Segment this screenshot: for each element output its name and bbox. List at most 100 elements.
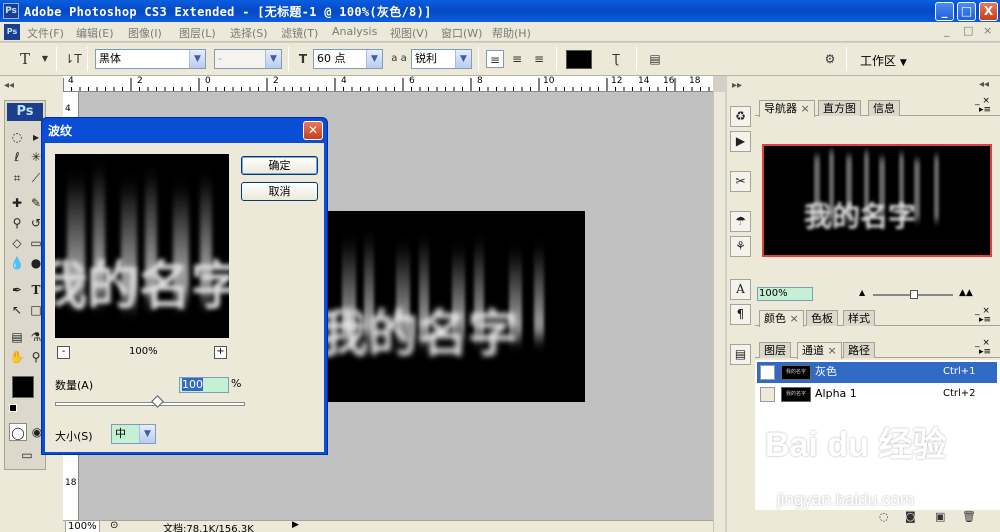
menu-image[interactable]: 图像(I) [128,25,162,41]
history-panel-icon[interactable]: ♻ [730,106,751,127]
palettes-icon[interactable]: ▤ [646,50,664,68]
text-orientation-icon[interactable]: ⇂T [64,50,82,68]
collapse-arrows-icon[interactable]: ◂◂ [4,80,14,91]
font-family-select[interactable]: 黑体 ▼ [95,49,206,69]
status-icon[interactable]: ⊙ [110,520,118,531]
zoom-out-button[interactable]: - [57,346,70,359]
menu-filter[interactable]: 滤镜(T) [281,25,318,41]
close-icon[interactable]: × [790,312,799,325]
collapse-panels-icon[interactable]: ◂◂ [979,79,989,90]
visibility-box[interactable] [760,387,775,402]
align-left-icon[interactable]: ≡ [486,50,504,68]
menu-edit[interactable]: 编辑(E) [76,25,114,41]
navigator-preview[interactable]: 我的名字 [762,144,992,257]
panel-menu-icon[interactable]: ▸≡ [979,347,991,357]
doc-minimize-button[interactable]: _ [944,24,950,37]
tab-layers[interactable]: 图层 [759,342,791,358]
amount-slider[interactable] [55,402,245,406]
menu-window[interactable]: 窗口(W) [441,25,482,41]
hand-tool-icon[interactable]: ✋ [8,348,26,366]
filter-preview[interactable]: 我的名字 [55,154,229,338]
tool-presets-icon[interactable]: ✂ [730,171,751,192]
save-selection-icon[interactable]: ◙ [905,510,916,523]
workspace-menu[interactable]: 工作区 ▼ [860,52,907,69]
paragraph-panel-icon[interactable]: ¶ [730,304,751,325]
notes-tool-icon[interactable]: ▤ [8,328,26,346]
align-center-icon[interactable]: ≡ [508,50,526,68]
preset-dropdown-icon[interactable]: ▼ [36,50,54,68]
channel-row-gray[interactable]: 👁 我的名字 灰色 Ctrl+1 [757,362,997,383]
path-selection-icon[interactable]: ↖ [8,301,26,319]
text-tool-preset-icon[interactable]: T [16,50,34,68]
default-colors-icon[interactable] [9,404,17,412]
marquee-tool-icon[interactable]: ◌ [8,128,26,146]
delete-channel-icon[interactable]: 🗑 [962,510,976,523]
layer-comps-icon[interactable]: ▤ [730,344,751,365]
tab-info[interactable]: 信息 [868,100,900,116]
clone-stamp-icon[interactable]: ⚲ [8,214,26,232]
tab-paths[interactable]: 路径 [843,342,875,358]
navigator-zoom-field[interactable]: 100% [757,287,813,301]
menu-file[interactable]: 文件(F) [27,25,64,41]
screen-mode-icon[interactable]: ▭ [15,446,39,464]
antialias-select[interactable]: 锐利 ▼ [411,49,472,69]
amount-input[interactable]: 100 [179,377,229,393]
foreground-color-swatch[interactable] [12,376,34,398]
load-selection-icon[interactable]: ◌ [879,510,889,523]
channel-row-alpha[interactable]: 我的名字 Alpha 1 Ctrl+2 [757,384,997,405]
app-menu-icon[interactable]: Ps [4,24,20,40]
dialog-close-button[interactable]: ✕ [303,121,323,140]
eye-icon[interactable]: 👁 [760,365,775,380]
close-icon[interactable]: × [828,344,837,357]
font-size-select[interactable]: 60 点 ▼ [313,49,383,69]
brushes-panel-icon[interactable]: ☂ [730,211,751,232]
new-channel-icon[interactable]: ▣ [935,510,945,523]
zoom-field[interactable]: 100% [65,520,100,532]
vertical-scrollbar[interactable] [713,92,725,532]
menu-layer[interactable]: 图层(L) [179,25,216,41]
document-image[interactable]: 我的名字 [324,211,585,402]
lasso-tool-icon[interactable]: ℓ [8,148,26,166]
pen-tool-icon[interactable]: ✒ [8,281,26,299]
close-icon[interactable]: × [801,102,810,115]
zoom-in-icon[interactable]: ▲▲ [959,288,973,298]
status-menu-arrow-icon[interactable]: ▶ [292,520,299,530]
size-select[interactable]: 中 ▼ [111,424,156,444]
tab-styles[interactable]: 样式 [843,310,875,326]
align-right-icon[interactable]: ≡ [530,50,548,68]
menu-view[interactable]: 视图(V) [390,25,428,41]
minimize-button[interactable]: _ [935,2,954,21]
cancel-button[interactable]: 取消 [241,182,318,201]
tab-swatches[interactable]: 色板 [806,310,838,326]
ok-button[interactable]: 确定 [241,156,318,175]
text-color-swatch[interactable] [566,50,592,69]
close-button[interactable]: X [979,2,998,21]
maximize-button[interactable]: □ [957,2,976,21]
doc-close-button[interactable]: × [983,24,992,37]
zoom-in-button[interactable]: + [214,346,227,359]
tab-histogram[interactable]: 直方图 [818,100,861,116]
character-panel-icon[interactable]: A [730,279,751,300]
clone-source-icon[interactable]: ⚘ [730,236,751,257]
bridge-icon[interactable]: ⚙ [820,50,840,68]
font-style-select[interactable]: - ▼ [214,49,282,69]
healing-brush-icon[interactable]: ✚ [8,194,26,212]
tab-navigator[interactable]: 导航器 × [759,100,815,117]
crop-tool-icon[interactable]: ⌗ [8,169,26,187]
tab-channels[interactable]: 通道 × [797,342,842,359]
panel-menu-icon[interactable]: ▸≡ [979,105,991,115]
navigator-slider-thumb[interactable] [910,290,918,299]
standard-mode-icon[interactable]: ◯ [9,423,27,441]
eraser-tool-icon[interactable]: ◇ [8,234,26,252]
warp-text-icon[interactable]: Ʈ [607,50,625,68]
panel-menu-icon[interactable]: ▸≡ [979,315,991,325]
blur-tool-icon[interactable]: 💧 [8,254,26,272]
menu-help[interactable]: 帮助(H) [492,25,531,41]
actions-panel-icon[interactable]: ▶ [730,131,751,152]
tab-color[interactable]: 颜色 × [759,310,804,327]
doc-restore-button[interactable]: □ [963,24,973,37]
zoom-out-icon[interactable]: ▲ [859,288,865,297]
menu-analysis[interactable]: Analysis [332,25,377,38]
expand-arrows-icon[interactable]: ▸▸ [732,80,742,91]
menu-select[interactable]: 选择(S) [230,25,268,41]
